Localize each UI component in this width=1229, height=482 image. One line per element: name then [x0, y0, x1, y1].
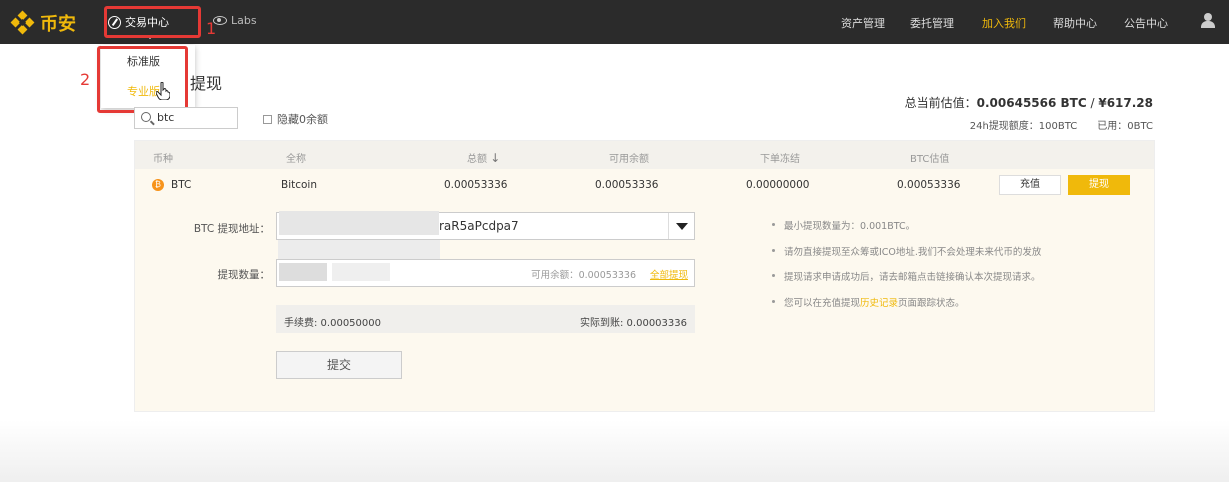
note-text-pre: 您可以在充值提现 [784, 297, 861, 309]
annotation-box-pro-version [97, 46, 188, 113]
estimate-separator: / [1086, 96, 1099, 110]
cell-total: 0.00053336 [444, 179, 508, 191]
nav-help-center[interactable]: 帮助中心 [1053, 15, 1097, 31]
submit-button[interactable]: 提交 [276, 351, 402, 379]
note-item: 提现请求申请成功后，请去邮箱点击链接确认本次提现请求。 [772, 269, 1041, 295]
binance-logo-icon [10, 10, 35, 35]
table-row: ₿ BTC Bitcoin 0.00053336 0.00053336 0.00… [135, 169, 1154, 201]
brand-name: 币安 [40, 14, 76, 35]
redacted-amount-2 [332, 263, 390, 281]
estimate-label: 总当前估值： [904, 96, 977, 110]
withdraw-quota: 24h提现额度：100BTC 已用：0BTC [969, 121, 1153, 132]
estimate-btc: 0.00645566 BTC [976, 96, 1087, 110]
header-frozen: 下单冻结 [760, 154, 800, 165]
withdraw-all-link[interactable]: 全部提现 [650, 267, 688, 281]
note-item: 最小提现数量为：0.001BTC。 [772, 218, 1041, 244]
cell-coin: BTC [171, 179, 192, 191]
total-estimate: 总当前估值：0.00645566 BTC / ¥617.28 [905, 94, 1153, 111]
nav-join-us[interactable]: 加入我们 [982, 15, 1026, 31]
header-btc-value: BTC估值 [910, 154, 950, 165]
cell-frozen: 0.00000000 [746, 179, 810, 191]
table-header: 币种 全称 总额 ↓ 可用余额 下单冻结 BTC估值 [135, 141, 1154, 169]
nav-asset-management[interactable]: 资产管理 [841, 15, 885, 31]
search-icon [141, 112, 151, 122]
cell-available: 0.00053336 [595, 179, 659, 191]
coin-search-value: btc [157, 111, 175, 124]
actual-amount-text: 实际到账: 0.00003336 [580, 318, 687, 329]
brand-logo[interactable]: 币安 [10, 10, 76, 36]
redacted-address [279, 211, 439, 235]
nav-labs-label: Labs [231, 14, 257, 27]
note-item: 您可以在充值提现历史记录页面跟踪状态。 [772, 295, 1041, 321]
amount-label: 提现数量： [217, 269, 271, 281]
sort-arrow-icon: ↓ [490, 151, 501, 165]
hide-zero-balance-toggle[interactable]: 隐藏0余额 [263, 111, 328, 127]
redacted-amount [279, 263, 327, 281]
withdraw-button[interactable]: 提现 [1068, 175, 1130, 195]
coin-search-input[interactable]: btc [134, 107, 238, 129]
withdraw-notes: 最小提现数量为：0.001BTC。 请勿直接提现至众筹或ICO地址.我们不会处理… [772, 218, 1041, 320]
fee-text: 手续费: 0.00050000 [284, 318, 381, 329]
nav-labs[interactable]: Labs [213, 14, 257, 27]
header-available: 可用余额 [609, 154, 649, 165]
hide-zero-label: 隐藏0余额 [277, 113, 328, 126]
user-icon[interactable] [1201, 13, 1215, 29]
hide-zero-checkbox[interactable] [263, 114, 272, 124]
page-title: 提现 [190, 74, 223, 93]
note-item: 请勿直接提现至众筹或ICO地址.我们不会处理未来代币的发放 [772, 244, 1041, 270]
note-text-post: 页面跟踪状态。 [898, 297, 965, 309]
btc-coin-icon: ₿ [152, 179, 164, 191]
dropdown-arrow-icon[interactable] [668, 213, 694, 239]
available-balance-hint: 可用余额：0.00053336 [531, 270, 636, 281]
page-footer-band [0, 420, 1229, 482]
annotation-box-trade-center [104, 6, 201, 38]
cell-full-name: Bitcoin [281, 179, 318, 191]
annotation-number-1: 1 [206, 19, 217, 38]
cell-btc-value: 0.00053336 [897, 179, 961, 191]
annotation-number-2: 2 [80, 70, 91, 89]
header-total[interactable]: 总额 ↓ [467, 150, 500, 165]
nav-announcements[interactable]: 公告中心 [1124, 15, 1168, 31]
address-value: raR5aPcdpa7 [439, 219, 519, 233]
estimate-cny: ¥617.28 [1098, 96, 1153, 110]
fee-summary: 手续费: 0.00050000 实际到账: 0.00003336 [276, 305, 695, 333]
withdraw-address-select[interactable]: raR5aPcdpa7 [276, 211, 695, 240]
deposit-button[interactable]: 充值 [999, 175, 1061, 195]
withdraw-amount-input[interactable]: 可用余额：0.00053336 全部提现 [276, 259, 695, 287]
nav-order-management[interactable]: 委托管理 [910, 15, 954, 31]
header-coin: 币种 [153, 154, 173, 165]
address-label: BTC 提现地址： [193, 223, 270, 235]
header-full-name: 全称 [286, 154, 306, 165]
history-link[interactable]: 历史记录 [860, 298, 898, 309]
